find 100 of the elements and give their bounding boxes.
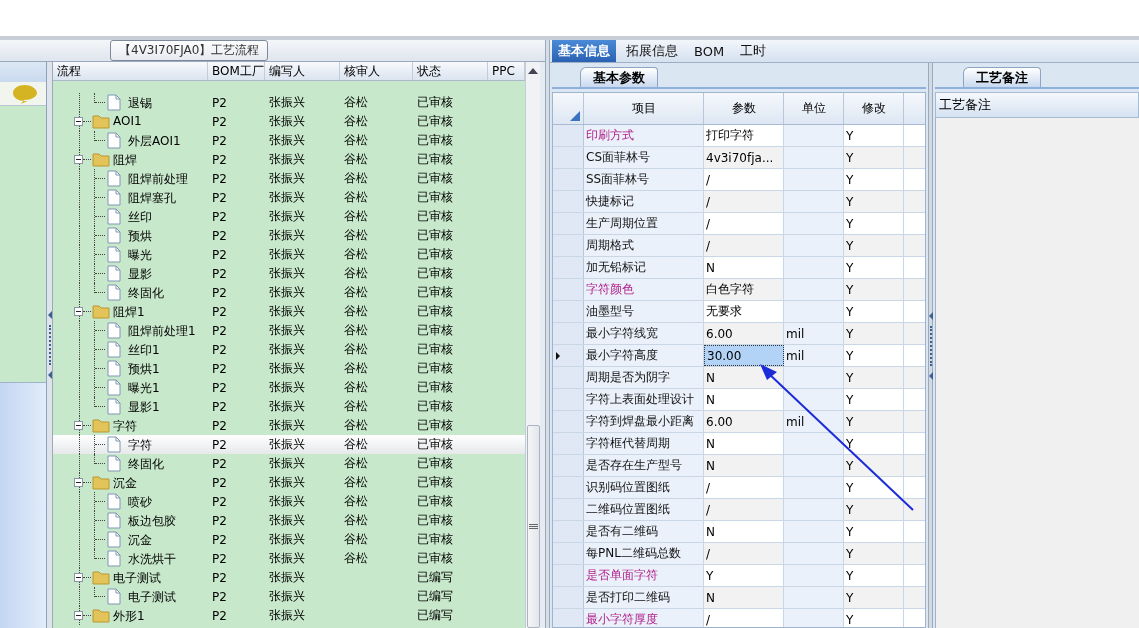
row-header[interactable] xyxy=(553,499,584,520)
table-row[interactable]: 周期是否为阴字 N Y xyxy=(553,367,925,389)
process-row[interactable]: 沉金 P2 张振兴 谷松 已审核 xyxy=(53,473,525,492)
column-header[interactable]: 修改 xyxy=(844,93,904,124)
table-row[interactable]: 识别码位置图纸 / Y xyxy=(553,477,925,499)
row-header[interactable] xyxy=(553,433,584,454)
collapse-toggle[interactable] xyxy=(74,421,83,430)
row-header[interactable] xyxy=(553,543,584,564)
column-header[interactable]: 工艺备注 xyxy=(935,92,1139,118)
row-header[interactable] xyxy=(553,279,584,300)
process-row[interactable]: 字符 P2 张振兴 谷松 已审核 xyxy=(53,435,525,454)
collapse-toggle[interactable] xyxy=(74,307,83,316)
process-row[interactable]: 字符 P2 张振兴 谷松 已审核 xyxy=(53,416,525,435)
scrollbar[interactable] xyxy=(525,62,540,628)
row-header[interactable] xyxy=(553,565,584,586)
table-row[interactable]: 加无铅标记 N Y xyxy=(553,257,925,279)
table-row[interactable]: 是否单面字符 Y Y xyxy=(553,565,925,587)
tab[interactable]: 拓展信息 xyxy=(620,40,684,62)
table-row[interactable]: 字符框代替周期 N Y xyxy=(553,433,925,455)
process-row[interactable]: 显影 P2 张振兴 谷松 已审核 xyxy=(53,264,525,283)
table-row[interactable]: 最小字符线宽 6.00 mil Y xyxy=(553,323,925,345)
process-row[interactable]: 电子测试 P2 张振兴 已编写 xyxy=(53,568,525,587)
collapse-toggle[interactable] xyxy=(74,155,83,164)
notes-area[interactable] xyxy=(935,118,1139,628)
table-row[interactable]: 是否有二维码 N Y xyxy=(553,521,925,543)
row-header[interactable] xyxy=(553,411,584,432)
table-row[interactable]: 最小字符高度 30.00 mil Y xyxy=(553,345,925,367)
row-header[interactable] xyxy=(553,147,584,168)
row-header[interactable] xyxy=(553,257,584,278)
row-header[interactable] xyxy=(553,345,584,366)
row-header[interactable] xyxy=(553,367,584,388)
table-row[interactable]: 油墨型号 无要求 Y xyxy=(553,301,925,323)
column-header[interactable]: 状态 xyxy=(413,62,488,80)
process-row[interactable]: 终固化 P2 张振兴 谷松 已审核 xyxy=(53,454,525,473)
process-row[interactable]: 阻焊塞孔 P2 张振兴 谷松 已审核 xyxy=(53,188,525,207)
table-row[interactable]: 字符颜色 白色字符 Y xyxy=(553,279,925,301)
row-header[interactable] xyxy=(553,521,584,542)
process-tab[interactable]: 【4V3I70FJA0】工艺流程 xyxy=(110,40,269,61)
column-header[interactable]: 编写人 xyxy=(265,62,340,80)
row-header[interactable] xyxy=(553,477,584,498)
process-row[interactable]: 板边包胶 P2 张振兴 谷松 已审核 xyxy=(53,511,525,530)
table-row[interactable]: 二维码位置图纸 / Y xyxy=(553,499,925,521)
collapse-toggle[interactable] xyxy=(74,117,83,126)
process-row[interactable]: 水洗烘干 P2 张振兴 谷松 已审核 xyxy=(53,549,525,568)
process-row[interactable]: 阻焊1 P2 张振兴 谷松 已审核 xyxy=(53,302,525,321)
row-header[interactable] xyxy=(553,191,584,212)
process-row[interactable]: 喷砂 P2 张振兴 谷松 已审核 xyxy=(53,492,525,511)
process-row[interactable]: 预烘 P2 张振兴 谷松 已审核 xyxy=(53,226,525,245)
row-header[interactable] xyxy=(553,389,584,410)
table-row[interactable]: 是否存在生产型号 N Y xyxy=(553,455,925,477)
tab[interactable]: BOM xyxy=(688,40,731,62)
process-row[interactable]: 沉金 P2 张振兴 谷松 已审核 xyxy=(53,530,525,549)
column-header[interactable]: 项目 xyxy=(584,93,704,124)
process-row[interactable]: 丝印 P2 张振兴 谷松 已审核 xyxy=(53,207,525,226)
row-header[interactable] xyxy=(553,455,584,476)
value-cell[interactable]: 30.00 xyxy=(704,345,784,366)
subtab[interactable]: 工艺备注 xyxy=(963,67,1041,87)
process-row[interactable]: 阻焊 P2 张振兴 谷松 已审核 xyxy=(53,150,525,169)
process-row[interactable]: 阻焊前处理 P2 张振兴 谷松 已审核 xyxy=(53,169,525,188)
tab[interactable]: 工时 xyxy=(734,40,773,62)
process-row[interactable]: 退锡 P2 张振兴 谷松 已审核 xyxy=(53,93,525,112)
table-row[interactable]: CS面菲林号 4v3i70fja... Y xyxy=(553,147,925,169)
process-row[interactable]: 丝印1 P2 张振兴 谷松 已审核 xyxy=(53,340,525,359)
row-header[interactable] xyxy=(553,213,584,234)
row-header[interactable] xyxy=(553,235,584,256)
process-row[interactable]: 外形1 P2 张振兴 已编写 xyxy=(53,606,525,625)
table-row[interactable]: 字符上表面处理设计 N Y xyxy=(553,389,925,411)
process-row[interactable]: 曝光 P2 张振兴 谷松 已审核 xyxy=(53,245,525,264)
process-row[interactable]: 终固化 P2 张振兴 谷松 已审核 xyxy=(53,283,525,302)
column-header[interactable]: 核审人 xyxy=(340,62,413,80)
table-row[interactable]: 印刷方式 打印字符 Y xyxy=(553,125,925,147)
table-row[interactable]: 是否打印二维码 N Y xyxy=(553,587,925,609)
process-row[interactable]: 显影1 P2 张振兴 谷松 已审核 xyxy=(53,397,525,416)
collapse-toggle[interactable] xyxy=(74,478,83,487)
table-row[interactable]: 周期格式 / Y xyxy=(553,235,925,257)
speech-bubble-icon[interactable] xyxy=(12,83,38,104)
table-row[interactable]: 字符到焊盘最小距离 6.00 mil Y xyxy=(553,411,925,433)
collapse-toggle[interactable] xyxy=(74,611,83,620)
column-header[interactable]: 流程 xyxy=(53,62,208,80)
column-header[interactable]: 参数 xyxy=(704,93,784,124)
process-row[interactable]: 预烘1 P2 张振兴 谷松 已审核 xyxy=(53,359,525,378)
row-header[interactable] xyxy=(553,609,584,627)
row-header[interactable] xyxy=(553,301,584,322)
table-row[interactable]: 每PNL二维码总数 / Y xyxy=(553,543,925,565)
collapse-toggle[interactable] xyxy=(74,573,83,582)
process-row[interactable]: 曝光1 P2 张振兴 谷松 已审核 xyxy=(53,378,525,397)
process-row[interactable]: 阻焊前处理1 P2 张振兴 谷松 已审核 xyxy=(53,321,525,340)
process-row[interactable]: 电子测试 P2 张振兴 已编写 xyxy=(53,587,525,606)
table-row[interactable]: 快捷标记 / Y xyxy=(553,191,925,213)
tab[interactable]: 基本信息 xyxy=(552,40,616,62)
subtab[interactable]: 基本参数 xyxy=(580,67,658,87)
row-header[interactable] xyxy=(553,169,584,190)
row-header[interactable] xyxy=(553,125,584,146)
row-header[interactable] xyxy=(553,587,584,608)
column-header[interactable]: 单位 xyxy=(784,93,844,124)
row-header[interactable] xyxy=(553,323,584,344)
table-row[interactable]: SS面菲林号 / Y xyxy=(553,169,925,191)
process-row[interactable]: 外层AOI1 P2 张振兴 谷松 已审核 xyxy=(53,131,525,150)
process-row[interactable]: AOI1 P2 张振兴 谷松 已审核 xyxy=(53,112,525,131)
table-row[interactable]: 生产周期位置 / Y xyxy=(553,213,925,235)
